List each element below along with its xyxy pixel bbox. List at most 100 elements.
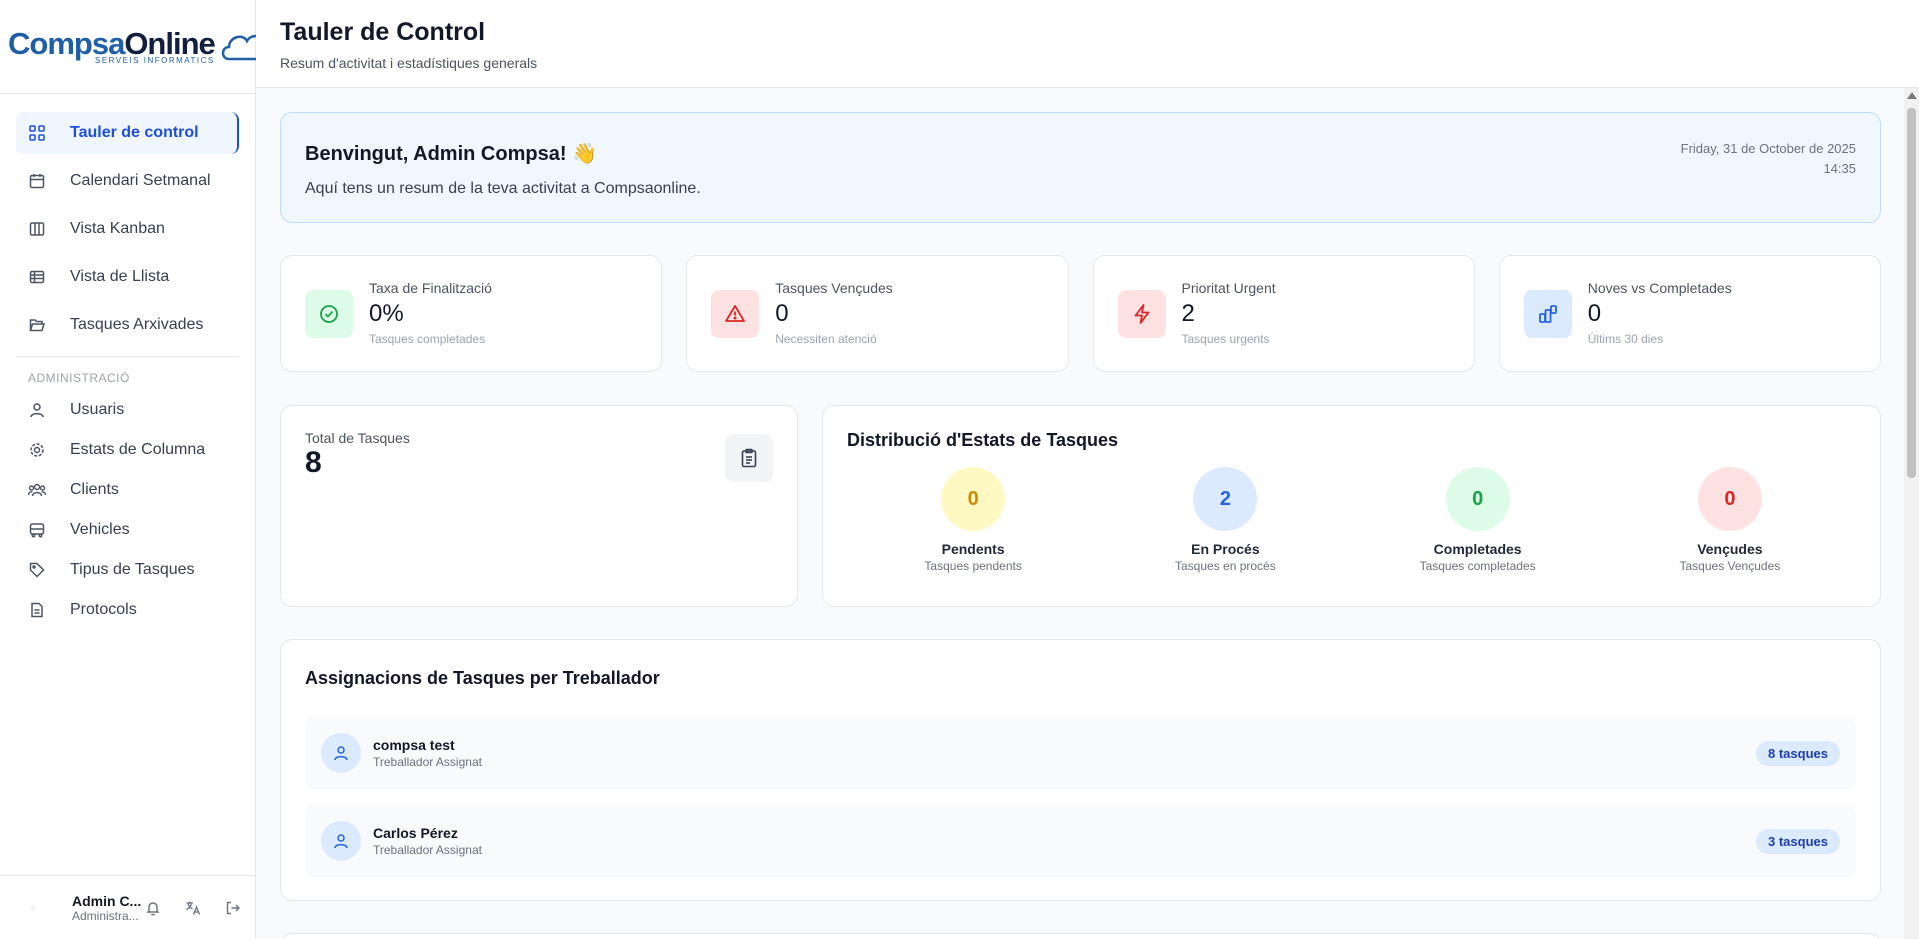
stat-hint: Necessiten atenció	[775, 332, 877, 346]
welcome-title: Benvingut, Admin Compsa! 👋	[305, 143, 597, 165]
sidebar-item-label: Vista Kanban	[70, 220, 165, 237]
gear-icon	[28, 441, 46, 459]
worker-row[interactable]: compsa test Treballador Assignat 8 tasqu…	[305, 717, 1856, 789]
assignments-title: Assignacions de Tasques per Treballador	[305, 668, 660, 688]
worker-assignments-card: Assignacions de Tasques per Treballador …	[280, 639, 1881, 901]
avatar[interactable]	[24, 899, 42, 917]
status-name: Pendents	[941, 541, 1005, 557]
current-time: 14:35	[1823, 161, 1856, 176]
user-info[interactable]: Admin C... Administra...	[72, 893, 144, 923]
distribution-item-overdue: 0 Vençudes Tasques Vençudes	[1604, 467, 1856, 573]
status-count: 0	[941, 467, 1006, 531]
nav-section-title: ADMINISTRACIÓ	[28, 371, 130, 385]
sidebar: CompsaOnline SERVEIS INFORMATICS Tauler …	[0, 0, 274, 939]
stat-hint: Tasques completades	[369, 332, 486, 346]
status-count: 0	[1445, 467, 1510, 531]
calendar-icon	[28, 172, 46, 190]
user-icon	[321, 821, 361, 861]
worker-name: compsa test	[373, 737, 455, 753]
stat-value: 0	[1587, 300, 1602, 327]
stat-hint: Tasques urgents	[1181, 332, 1270, 346]
sidebar-item-label: Calendari Setmanal	[70, 172, 211, 189]
sidebar-item-label: Clients	[70, 481, 119, 498]
next-section-card	[280, 933, 1881, 939]
distribution-items: 0 Pendents Tasques pendents 2 En Procés …	[847, 467, 1856, 573]
sidebar-nav: Tauler de control Calendari Setmanal Vis…	[0, 94, 255, 627]
scrollbar[interactable]	[1904, 88, 1919, 939]
status-name: Completades	[1433, 541, 1522, 557]
sidebar-item-label: Tipus de Tasques	[70, 561, 195, 578]
sidebar-item-usuaris[interactable]: Usuaris	[16, 393, 239, 427]
stat-value: 0%	[369, 300, 404, 327]
sidebar-item-tasques-arxivades[interactable]: Tasques Arxivades	[16, 304, 239, 346]
kanban-icon	[28, 220, 46, 238]
bell-icon[interactable]	[144, 899, 162, 917]
user-icon	[28, 401, 46, 419]
current-date: Friday, 31 de October de 2025	[1680, 141, 1856, 156]
sidebar-item-label: Vista de Llista	[70, 268, 170, 285]
stat-card-new-vs-completed: Noves vs Completades 0 Últims 30 dies	[1498, 255, 1881, 372]
sidebar-item-tauler-de-control[interactable]: Tauler de control	[16, 112, 239, 154]
summary-row: Total de Tasques 8 Distribució d'Estats …	[280, 405, 1881, 607]
distribution-item-in-progress: 2 En Procés Tasques en procés	[1099, 467, 1351, 573]
user-actions	[144, 899, 242, 917]
sidebar-item-protocols[interactable]: Protocols	[16, 593, 239, 627]
tag-icon	[28, 561, 46, 579]
sidebar-item-vista-kanban[interactable]: Vista Kanban	[16, 208, 239, 250]
scroll-thumb[interactable]	[1907, 108, 1916, 478]
total-tasks-label: Total de Tasques	[305, 430, 410, 446]
page-title: Tauler de Control	[280, 18, 486, 46]
sidebar-item-label: Protocols	[70, 601, 137, 618]
sidebar-item-clients[interactable]: Clients	[16, 473, 239, 507]
sidebar-item-label: Tasques Arxivades	[70, 316, 204, 333]
sidebar-item-vista-de-llista[interactable]: Vista de Llista	[16, 256, 239, 298]
clipboard-icon	[725, 434, 773, 482]
document-icon	[28, 601, 46, 619]
stats-row: Taxa de Finalització 0% Tasques completa…	[280, 255, 1881, 372]
sidebar-item-estats-de-columna[interactable]: Estats de Columna	[16, 433, 239, 467]
sidebar-item-tipus-de-tasques[interactable]: Tipus de Tasques	[16, 553, 239, 587]
total-tasks-card: Total de Tasques 8	[280, 405, 798, 607]
status-desc: Tasques en procés	[1175, 559, 1276, 573]
status-distribution-card: Distribució d'Estats de Tasques 0 Penden…	[822, 405, 1881, 607]
page-subtitle: Resum d'activitat i estadístiques genera…	[280, 55, 538, 71]
status-name: Vençudes	[1697, 541, 1763, 557]
user-name: Admin C...	[72, 892, 142, 909]
status-name: En Procés	[1191, 541, 1260, 557]
user-role: Administra...	[72, 908, 139, 923]
list-table-icon	[28, 268, 46, 286]
stat-card-urgent-priority: Prioritat Urgent 2 Tasques urgents	[1092, 255, 1475, 372]
logout-icon[interactable]	[224, 899, 242, 917]
check-circle-icon	[305, 290, 353, 338]
stat-value: 0	[775, 300, 789, 327]
brand-tagline: SERVEIS INFORMATICS	[94, 56, 215, 65]
page-header: Tauler de Control Resum d'activitat i es…	[256, 0, 1919, 88]
sidebar-item-label: Vehicles	[70, 521, 130, 538]
status-count: 0	[1697, 467, 1762, 531]
sidebar-item-calendari-setmanal[interactable]: Calendari Setmanal	[16, 160, 239, 202]
alert-triangle-icon	[711, 290, 760, 338]
stat-card-completion-rate: Taxa de Finalització 0% Tasques completa…	[280, 255, 663, 372]
distribution-item-pending: 0 Pendents Tasques pendents	[847, 467, 1099, 573]
sidebar-item-label: Usuaris	[70, 401, 125, 418]
scroll-up-arrow-icon[interactable]	[1907, 92, 1917, 99]
stat-card-overdue-tasks: Tasques Vençudes 0 Necessiten atenció	[686, 255, 1069, 372]
users-icon	[28, 481, 46, 499]
stat-label: Taxa de Finalització	[369, 280, 492, 296]
bus-icon	[28, 521, 46, 539]
stat-label: Tasques Vençudes	[775, 280, 893, 296]
worker-row[interactable]: Carlos Pérez Treballador Assignat 3 tasq…	[305, 805, 1856, 877]
stat-label: Prioritat Urgent	[1181, 280, 1276, 296]
task-count-badge: 8 tasques	[1756, 740, 1840, 766]
task-count-badge: 3 tasques	[1756, 828, 1840, 854]
grid-icon	[28, 124, 46, 142]
translate-icon[interactable]	[184, 899, 202, 917]
brand-logo[interactable]: CompsaOnline SERVEIS INFORMATICS	[8, 28, 275, 65]
status-count: 2	[1193, 467, 1258, 531]
distribution-title: Distribució d'Estats de Tasques	[847, 430, 1119, 450]
logo-area: CompsaOnline SERVEIS INFORMATICS	[0, 0, 274, 94]
distribution-item-completed: 0 Completades Tasques completades	[1352, 467, 1604, 573]
sidebar-item-vehicles[interactable]: Vehicles	[16, 513, 239, 547]
user-footer: Admin C... Administra...	[0, 875, 255, 939]
worker-name: Carlos Pérez	[373, 825, 458, 841]
